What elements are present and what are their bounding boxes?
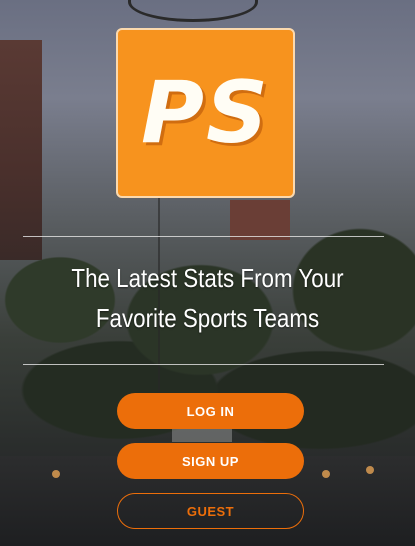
tagline: The Latest Stats From Your Favorite Spor… bbox=[71, 263, 344, 333]
app-logo: PS bbox=[116, 28, 295, 198]
divider bbox=[23, 364, 384, 365]
divider bbox=[23, 236, 384, 237]
login-screen: PS The Latest Stats From Your Favorite S… bbox=[0, 0, 415, 546]
login-button[interactable]: LOG IN bbox=[117, 393, 304, 429]
logo-text: PS bbox=[141, 63, 270, 163]
signup-button[interactable]: SIGN UP bbox=[117, 443, 304, 479]
guest-button[interactable]: GUEST bbox=[117, 493, 304, 529]
